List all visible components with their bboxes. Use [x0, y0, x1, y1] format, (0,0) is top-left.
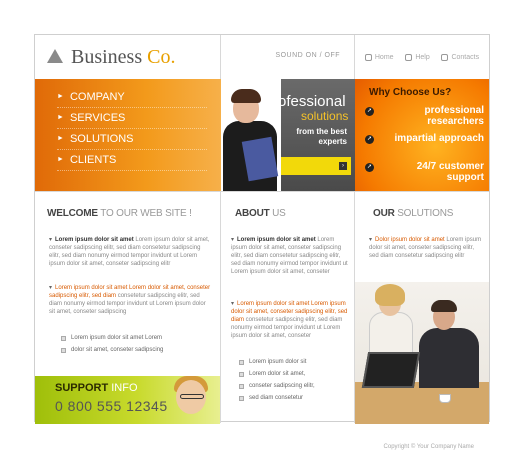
contacts-link[interactable]: Contacts [441, 53, 479, 61]
arrow-icon: › [339, 162, 347, 170]
promo-more-bar[interactable]: › [281, 157, 351, 175]
home-icon [364, 53, 372, 61]
bullet-box-icon [61, 347, 66, 353]
arrow-circle-icon: ➚ [365, 135, 374, 144]
cup-icon [439, 394, 451, 403]
why-item: ➚ impartial approach [365, 133, 484, 144]
promo-banner: Professional solutions from the best exp… [221, 79, 355, 191]
nav-item-company[interactable]: ► COMPANY [57, 87, 207, 108]
checklist-item: Lorem dolor sit amet, [239, 370, 305, 378]
checklist-item: dolor sit amet, conseter sadipscing [61, 346, 163, 354]
solutions-column: OUR SOLUTIONS ▾ Dolor ipsum dolor sit ame… [355, 191, 489, 424]
sound-toggle[interactable]: SOUND ON / OFF [221, 35, 355, 79]
laptop-icon [361, 352, 421, 388]
support-info: SUPPORT INFO 0 800 555 12345 [35, 376, 220, 424]
contacts-icon [441, 53, 449, 61]
welcome-column: WELCOME TO OUR WEB SITE ! ▾ Lorem ipsum d… [35, 191, 221, 424]
why-item: ➚ professional researchers [365, 105, 484, 127]
help-link[interactable]: Help [405, 53, 430, 61]
promo-title: Professional [263, 93, 346, 110]
support-agent-photo [168, 376, 214, 424]
about-paragraph-2: ▾ Lorem ipsum dolor sit amet Lorem ipsum … [231, 301, 348, 339]
bullet-box-icon [239, 371, 244, 377]
checklist-item: Lorem ipsum dolor sit amet Lorem [61, 334, 162, 342]
footer-copyright: Copyright © Your Company Name [383, 444, 474, 450]
bullet-box-icon [239, 395, 244, 401]
checklist-item: Lorem ipsum dolor sit [239, 358, 306, 366]
about-paragraph-1: ▾ Lorem ipsum dolor sit amet Lorem ipsum … [231, 237, 348, 275]
arrow-right-icon: ► [57, 135, 64, 142]
solutions-title: OUR SOLUTIONS [373, 208, 454, 219]
about-column: ABOUT US ▾ Lorem ipsum dolor sit amet Lor… [221, 191, 355, 423]
logo-triangle-icon [47, 49, 63, 63]
promo-subtitle: solutions [301, 109, 349, 123]
arrow-right-icon: ► [57, 93, 64, 100]
logo[interactable]: Business Co. [35, 35, 221, 79]
bullet-box-icon [239, 383, 244, 389]
nav-item-solutions[interactable]: ► SOLUTIONS [57, 129, 207, 150]
page-frame: Business Co. SOUND ON / OFF Home Help Co… [34, 34, 490, 424]
checklist-item: conseter sadipscing elitr, [239, 382, 315, 390]
why-choose-us: Why Choose Us? ➚ professional researchers… [355, 79, 489, 191]
arrow-circle-icon: ➚ [365, 107, 374, 116]
promo-tagline: from the best experts [296, 127, 347, 146]
support-label: SUPPORT INFO [55, 382, 138, 394]
nav-item-services[interactable]: ► SERVICES [57, 108, 207, 129]
help-icon [405, 53, 413, 61]
team-photo [355, 282, 489, 424]
top-links: Home Help Contacts [355, 35, 489, 79]
solutions-paragraph: ▾ Dolor ipsum dolor sit amet Lorem ipsum … [369, 237, 482, 259]
about-title: ABOUT US [235, 208, 286, 219]
bullet-box-icon [61, 335, 66, 341]
bullet-box-icon [239, 359, 244, 365]
welcome-paragraph-2: ▾ Lorem ipsum dolor sit amet Lorem dolor … [49, 285, 211, 315]
home-link[interactable]: Home [364, 53, 394, 61]
checklist-item: sed diam consetetur [239, 394, 303, 402]
nav-item-clients[interactable]: ► CLIENTS [57, 150, 207, 171]
welcome-title: WELCOME TO OUR WEB SITE ! [47, 208, 192, 219]
support-phone[interactable]: 0 800 555 12345 [55, 398, 168, 414]
why-item: ➚ 24/7 customer support [365, 161, 484, 183]
arrow-right-icon: ► [57, 114, 64, 121]
arrow-right-icon: ► [57, 156, 64, 163]
main-nav: ► COMPANY ► SERVICES ► SOLUTIONS ► CLIENTS [35, 79, 221, 191]
welcome-paragraph-1: ▾ Lorem ipsum dolor sit amet Lorem ipsum … [49, 237, 210, 267]
why-title: Why Choose Us? [369, 87, 452, 98]
arrow-circle-icon: ➚ [365, 163, 374, 172]
logo-text: Business Co. [71, 46, 176, 68]
